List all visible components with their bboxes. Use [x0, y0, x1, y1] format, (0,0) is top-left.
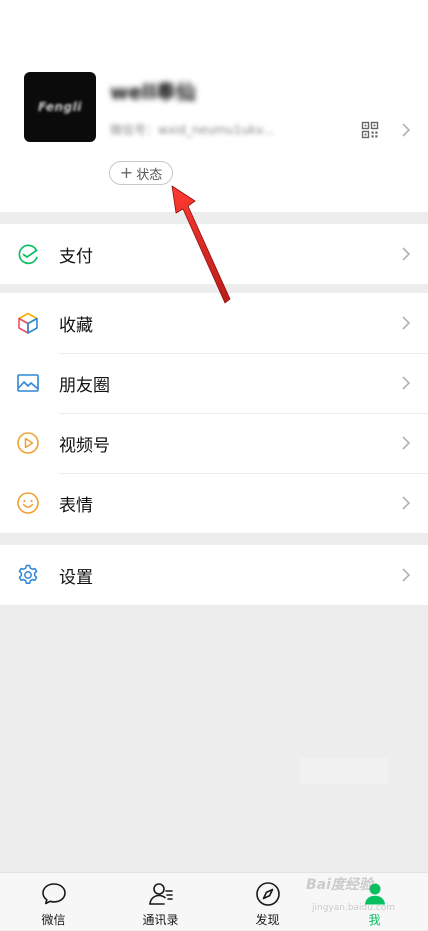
tab-discover[interactable]: 发现	[214, 873, 321, 931]
services-group: 收藏 朋友圈 视频号 表情	[0, 293, 428, 533]
tab-label-contacts: 通讯录	[142, 913, 179, 927]
plus-icon: +	[119, 163, 134, 182]
menu-label-favorites: 收藏	[59, 315, 93, 336]
menu-item-stickers[interactable]: 表情	[0, 473, 428, 533]
channels-play-icon	[17, 432, 39, 454]
menu-label-channels: 视频号	[59, 435, 110, 456]
menu-label-pay: 支付	[59, 246, 93, 267]
watermark-url: jingyan.baidu.com	[312, 903, 396, 913]
pay-group: 支付	[0, 224, 428, 284]
chevron-right-icon	[402, 247, 411, 261]
status-button-label: 状态	[136, 167, 163, 183]
pay-icon	[18, 244, 38, 265]
tab-label-discover: 发现	[255, 913, 280, 927]
chevron-right-icon	[402, 436, 411, 450]
chevron-right-icon	[402, 496, 411, 510]
chevron-right-icon[interactable]	[400, 121, 412, 139]
watermark: Bai度经验	[306, 877, 373, 893]
avatar-text: Fengli	[38, 100, 82, 114]
chevron-right-icon	[402, 376, 411, 390]
menu-item-channels[interactable]: 视频号	[0, 413, 428, 473]
tab-label-me: 我	[368, 913, 381, 927]
tab-contacts[interactable]: 通讯录	[107, 873, 214, 931]
contacts-icon	[148, 883, 173, 905]
chevron-right-icon	[402, 316, 411, 330]
chevron-right-icon	[402, 568, 411, 582]
tab-chats[interactable]: 微信	[0, 873, 107, 931]
menu-label-stickers: 表情	[59, 495, 93, 516]
profile-header[interactable]: Fengli well奉仙 微信号：wxid_neumu1ukv... + 状态	[0, 0, 428, 212]
settings-group: 设置	[0, 545, 428, 605]
menu-label-settings: 设置	[59, 567, 93, 588]
compass-icon	[255, 882, 280, 906]
nickname: well奉仙	[110, 80, 196, 104]
menu-item-settings[interactable]: 设置	[0, 545, 428, 605]
faint-overlay-box	[300, 758, 388, 784]
menu-label-moments: 朋友圈	[59, 375, 110, 396]
tab-label-chats: 微信	[41, 913, 66, 927]
sticker-smile-icon	[17, 492, 39, 514]
menu-item-moments[interactable]: 朋友圈	[0, 353, 428, 413]
menu-item-pay[interactable]: 支付	[0, 224, 428, 284]
chat-bubble-icon	[41, 883, 66, 905]
favorites-cube-icon	[18, 312, 38, 334]
moments-image-icon	[17, 374, 39, 392]
add-status-button[interactable]: + 状态	[109, 161, 173, 185]
qr-code-icon[interactable]	[361, 121, 379, 139]
menu-item-favorites[interactable]: 收藏	[0, 293, 428, 353]
wechat-id: 微信号：wxid_neumu1ukv...	[110, 123, 274, 137]
avatar[interactable]: Fengli	[24, 72, 96, 142]
settings-gear-icon	[18, 564, 38, 585]
